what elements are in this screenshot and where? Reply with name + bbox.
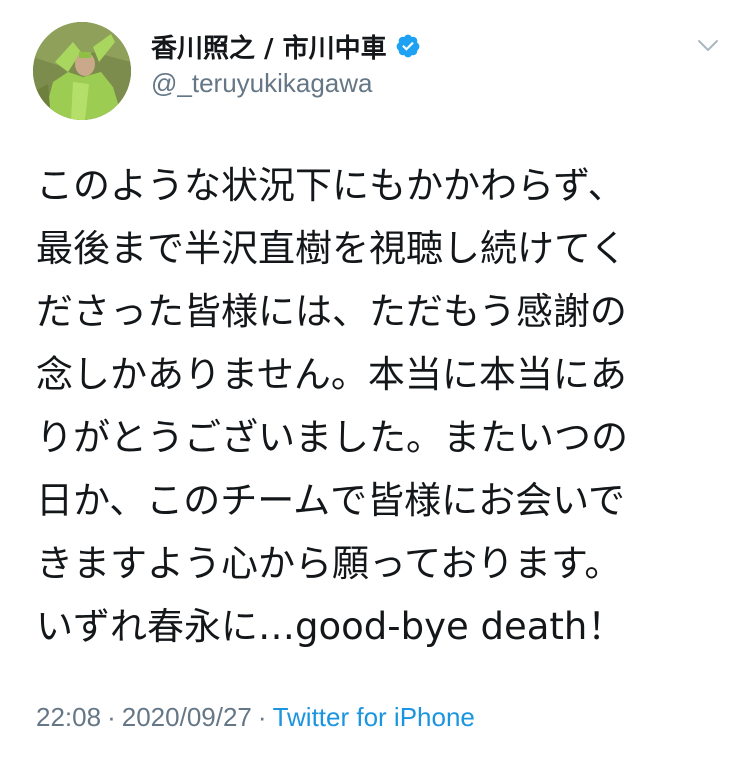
tweet-text-line: 日か、このチームで皆様にお会いで bbox=[36, 479, 626, 522]
display-name[interactable]: 香川照之 / 市川中車 bbox=[151, 28, 387, 65]
tweet-text-line: きますよう心から願っております。 bbox=[36, 542, 622, 585]
avatar-image bbox=[33, 22, 131, 120]
name-row[interactable]: 香川照之 / 市川中車 bbox=[151, 28, 421, 64]
tweet-text: このような状況下にもかかわらず、 最後まで半沢直樹を視聴し続けてく ださった皆様… bbox=[36, 154, 716, 658]
user-handle[interactable]: @_teruyukikagawa bbox=[151, 68, 373, 99]
tweet-card: 香川照之 / 市川中車 @_teruyukikagawa このような状況下にもか… bbox=[0, 0, 750, 761]
tweet-text-line: いずれ春永に…good-bye death！ bbox=[36, 605, 625, 648]
tweet-time[interactable]: 22:08 bbox=[36, 702, 101, 732]
tweet-source-link[interactable]: Twitter for iPhone bbox=[273, 702, 475, 732]
tweet-text-line: このような状況下にもかかわらず、 bbox=[36, 164, 625, 207]
verified-badge-icon bbox=[396, 34, 419, 58]
avatar[interactable] bbox=[33, 22, 131, 120]
tweet-text-line: ださった皆様には、ただもう感謝の bbox=[36, 290, 627, 333]
meta-separator: · bbox=[257, 702, 267, 732]
tweet-text-line: りがとうございました。またいつの bbox=[36, 416, 628, 459]
tweet-meta: 22:08 · 2020/09/27 · Twitter for iPhone bbox=[36, 702, 475, 733]
meta-separator: · bbox=[107, 702, 116, 732]
tweet-text-line: 念しかありません。本当に本当にあ bbox=[36, 353, 627, 396]
tweet-date[interactable]: 2020/09/27 bbox=[122, 702, 252, 732]
tweet-text-line: 最後まで半沢直樹を視聴し続けてく bbox=[36, 227, 627, 270]
chevron-down-icon[interactable] bbox=[696, 34, 720, 58]
